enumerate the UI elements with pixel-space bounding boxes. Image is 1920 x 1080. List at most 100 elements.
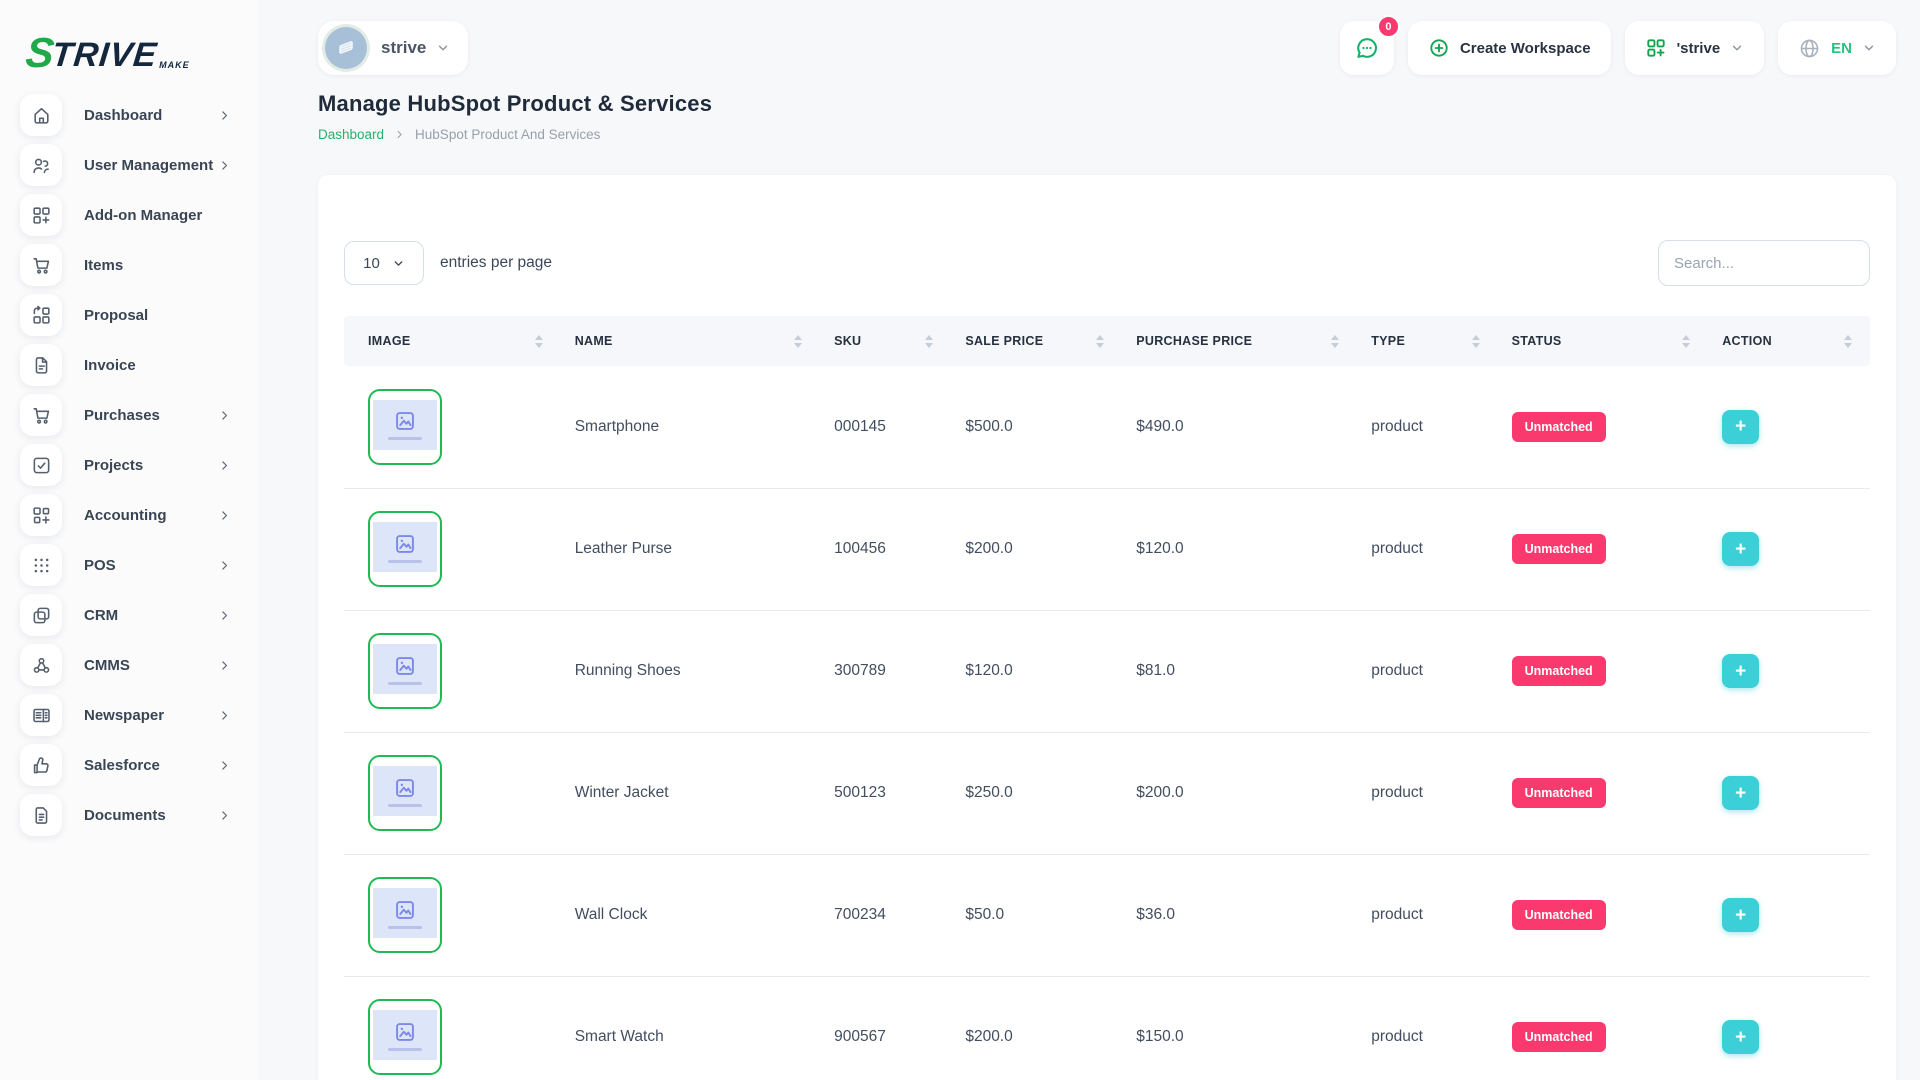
product-image-placeholder[interactable] [368, 633, 442, 709]
product-image-placeholder[interactable] [368, 755, 442, 831]
sort-icon[interactable] [794, 335, 802, 348]
chevron-right-icon [218, 459, 231, 472]
language-selector[interactable]: EN [1778, 21, 1896, 75]
breadcrumb-dashboard-link[interactable]: Dashboard [318, 127, 384, 142]
column-header-action[interactable]: ACTION [1708, 316, 1870, 366]
sidebar-item-items[interactable]: Items [0, 240, 258, 290]
brand-logo[interactable]: S TRIVE MAKE [0, 14, 258, 72]
cell-sale-price: $200.0 [951, 488, 1122, 610]
product-image-placeholder[interactable] [368, 511, 442, 587]
sidebar-item-icon-chip [20, 394, 62, 436]
sidebar-item-salesforce[interactable]: Salesforce [0, 740, 258, 790]
product-image-inner [373, 766, 437, 816]
product-image-placeholder[interactable] [368, 999, 442, 1075]
sort-icon[interactable] [535, 335, 543, 348]
search-input[interactable] [1658, 240, 1870, 286]
sidebar-item-icon-chip [20, 794, 62, 836]
sidebar-item-label: Projects [84, 457, 143, 474]
add-action-button[interactable]: + [1722, 776, 1759, 810]
product-image-placeholder[interactable] [368, 389, 442, 465]
status-badge: Unmatched [1512, 1022, 1606, 1052]
chevron-right-icon [218, 659, 231, 672]
sidebar-item-label: Add-on Manager [84, 207, 202, 224]
users-icon [31, 155, 52, 176]
sidebar-item-accounting[interactable]: Accounting [0, 490, 258, 540]
workspace-selector[interactable]: strive [318, 21, 468, 75]
cell-sku: 300789 [820, 610, 951, 732]
chat-button[interactable]: 0 [1340, 21, 1394, 75]
cell-type: product [1357, 854, 1497, 976]
sort-icon[interactable] [1096, 335, 1104, 348]
chat-bubble-icon [1354, 35, 1380, 61]
image-caption-line [388, 682, 422, 685]
account-dropdown[interactable]: 'strive [1625, 21, 1765, 75]
sort-icon[interactable] [925, 335, 933, 348]
table-row: Wall Clock 700234 $50.0 $36.0 product Un… [344, 854, 1870, 976]
entries-per-page-label: entries per page [440, 254, 552, 272]
column-header-label: SKU [834, 334, 861, 348]
sidebar-item-crm[interactable]: CRM [0, 590, 258, 640]
sort-icon[interactable] [1331, 335, 1339, 348]
chat-badge: 0 [1377, 15, 1400, 38]
sidebar-item-user-management[interactable]: User Management [0, 140, 258, 190]
sort-icon[interactable] [1844, 335, 1852, 348]
chevron-right-icon [218, 809, 231, 822]
column-header-purchase-price[interactable]: PURCHASE PRICE [1122, 316, 1357, 366]
sidebar-item-icon-chip [20, 594, 62, 636]
cell-name: Wall Clock [561, 854, 820, 976]
sidebar-item-label: Documents [84, 807, 166, 824]
chevron-right-icon [218, 709, 231, 722]
cell-purchase-price: $200.0 [1122, 732, 1357, 854]
column-header-status[interactable]: STATUS [1498, 316, 1709, 366]
column-header-type[interactable]: TYPE [1357, 316, 1497, 366]
status-badge: Unmatched [1512, 412, 1606, 442]
add-action-button[interactable]: + [1722, 1020, 1759, 1054]
sidebar-item-pos[interactable]: POS [0, 540, 258, 590]
add-action-button[interactable]: + [1722, 654, 1759, 688]
cell-name: Smartphone [561, 366, 820, 488]
sidebar-item-projects[interactable]: Projects [0, 440, 258, 490]
column-header-name[interactable]: NAME [561, 316, 820, 366]
sidebar-item-invoice[interactable]: Invoice [0, 340, 258, 390]
sidebar: S TRIVE MAKE Dashboard User Management A… [0, 0, 258, 1080]
image-caption-line [388, 926, 422, 929]
sort-icon[interactable] [1472, 335, 1480, 348]
column-header-sale-price[interactable]: SALE PRICE [951, 316, 1122, 366]
thumbs-up-icon [31, 755, 52, 776]
cell-sku: 500123 [820, 732, 951, 854]
image-caption-line [388, 804, 422, 807]
chevron-right-icon [218, 109, 231, 122]
status-badge: Unmatched [1512, 900, 1606, 930]
sidebar-item-cmms[interactable]: CMMS [0, 640, 258, 690]
add-action-button[interactable]: + [1722, 898, 1759, 932]
sidebar-item-proposal[interactable]: Proposal [0, 290, 258, 340]
sidebar-item-newspaper[interactable]: Newspaper [0, 690, 258, 740]
column-header-label: ACTION [1722, 334, 1772, 348]
image-icon [393, 1020, 417, 1044]
add-action-button[interactable]: + [1722, 410, 1759, 444]
column-header-sku[interactable]: SKU [820, 316, 951, 366]
add-action-button[interactable]: + [1722, 532, 1759, 566]
column-header-image[interactable]: IMAGE [344, 316, 561, 366]
language-code: EN [1831, 40, 1852, 57]
column-header-label: SALE PRICE [965, 334, 1043, 348]
brand-logo-subtext: MAKE [159, 60, 190, 70]
plus-circle-icon [1428, 37, 1450, 59]
cell-sale-price: $250.0 [951, 732, 1122, 854]
image-icon [393, 409, 417, 433]
account-name: 'strive [1677, 40, 1721, 57]
entries-per-page-select[interactable]: 10 [344, 241, 424, 285]
sidebar-item-label: Newspaper [84, 707, 164, 724]
sidebar-item-purchases[interactable]: Purchases [0, 390, 258, 440]
sidebar-item-documents[interactable]: Documents [0, 790, 258, 840]
check-square-icon [31, 455, 52, 476]
product-image-placeholder[interactable] [368, 877, 442, 953]
create-workspace-button[interactable]: Create Workspace [1408, 21, 1611, 75]
sort-icon[interactable] [1682, 335, 1690, 348]
sidebar-item-icon-chip [20, 694, 62, 736]
table-row: Smartphone 000145 $500.0 $490.0 product … [344, 366, 1870, 488]
chevron-down-icon [392, 257, 405, 270]
sidebar-item-dashboard[interactable]: Dashboard [0, 90, 258, 140]
chevron-down-icon [436, 41, 450, 55]
sidebar-item-add-on-manager[interactable]: Add-on Manager [0, 190, 258, 240]
